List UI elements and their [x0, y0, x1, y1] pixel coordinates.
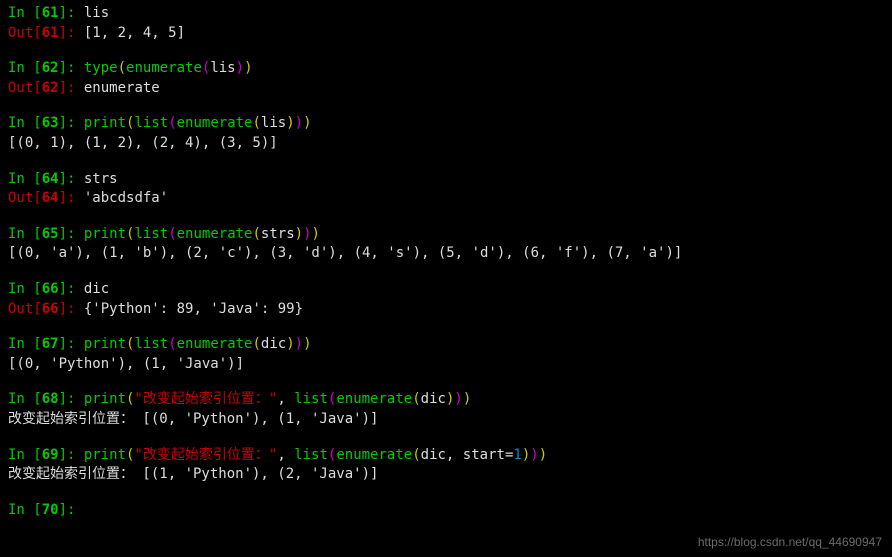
- input-line[interactable]: In [65]: print(list(enumerate(strs))): [8, 225, 884, 245]
- output-line: Out[62]: enumerate: [8, 79, 884, 99]
- out-number: 61: [42, 25, 59, 41]
- input-line[interactable]: In [69]: print("改变起始索引位置：", list(enumera…: [8, 446, 884, 466]
- output-line: Out[64]: 'abcdsdfa': [8, 189, 884, 209]
- ipython-cell-63: In [63]: print(list(enumerate(lis))) [(0…: [8, 114, 884, 153]
- out-prompt: Out[: [8, 25, 42, 41]
- code: lis: [84, 5, 109, 21]
- input-line[interactable]: In [63]: print(list(enumerate(lis))): [8, 114, 884, 134]
- watermark: https://blog.csdn.net/qq_44690947: [698, 534, 882, 551]
- in-number: 61: [42, 5, 59, 21]
- input-line[interactable]: In [61]: lis: [8, 4, 884, 24]
- input-line[interactable]: In [70]:: [8, 501, 884, 521]
- stdout-line: [(0, 'Python'), (1, 'Java')]: [8, 355, 884, 375]
- ipython-cell-65: In [65]: print(list(enumerate(strs))) [(…: [8, 225, 884, 264]
- ipython-cell-66: In [66]: dic Out[66]: {'Python': 89, 'Ja…: [8, 280, 884, 319]
- ipython-cell-62: In [62]: type(enumerate(lis)) Out[62]: e…: [8, 59, 884, 98]
- ipython-cell-64: In [64]: strs Out[64]: 'abcdsdfa': [8, 170, 884, 209]
- ipython-cell-70: In [70]:: [8, 501, 884, 521]
- input-line[interactable]: In [66]: dic: [8, 280, 884, 300]
- stdout-line: 改变起始索引位置： [(0, 'Python'), (1, 'Java')]: [8, 410, 884, 430]
- stdout-line: [(0, 1), (1, 2), (2, 4), (3, 5)]: [8, 134, 884, 154]
- in-prompt: In [: [8, 5, 42, 21]
- output-value: [1, 2, 4, 5]: [84, 25, 185, 41]
- input-line[interactable]: In [68]: print("改变起始索引位置：", list(enumera…: [8, 390, 884, 410]
- ipython-cell-67: In [67]: print(list(enumerate(dic))) [(0…: [8, 335, 884, 374]
- input-line[interactable]: In [64]: strs: [8, 170, 884, 190]
- stdout-line: [(0, 'a'), (1, 'b'), (2, 'c'), (3, 'd'),…: [8, 244, 884, 264]
- stdout-line: 改变起始索引位置： [(1, 'Python'), (2, 'Java')]: [8, 465, 884, 485]
- input-line[interactable]: In [62]: type(enumerate(lis)): [8, 59, 884, 79]
- ipython-cell-69: In [69]: print("改变起始索引位置：", list(enumera…: [8, 446, 884, 485]
- input-line[interactable]: In [67]: print(list(enumerate(dic))): [8, 335, 884, 355]
- output-line: Out[61]: [1, 2, 4, 5]: [8, 24, 884, 44]
- output-line: Out[66]: {'Python': 89, 'Java': 99}: [8, 300, 884, 320]
- ipython-cell-68: In [68]: print("改变起始索引位置：", list(enumera…: [8, 390, 884, 429]
- ipython-cell-61: In [61]: lis Out[61]: [1, 2, 4, 5]: [8, 4, 884, 43]
